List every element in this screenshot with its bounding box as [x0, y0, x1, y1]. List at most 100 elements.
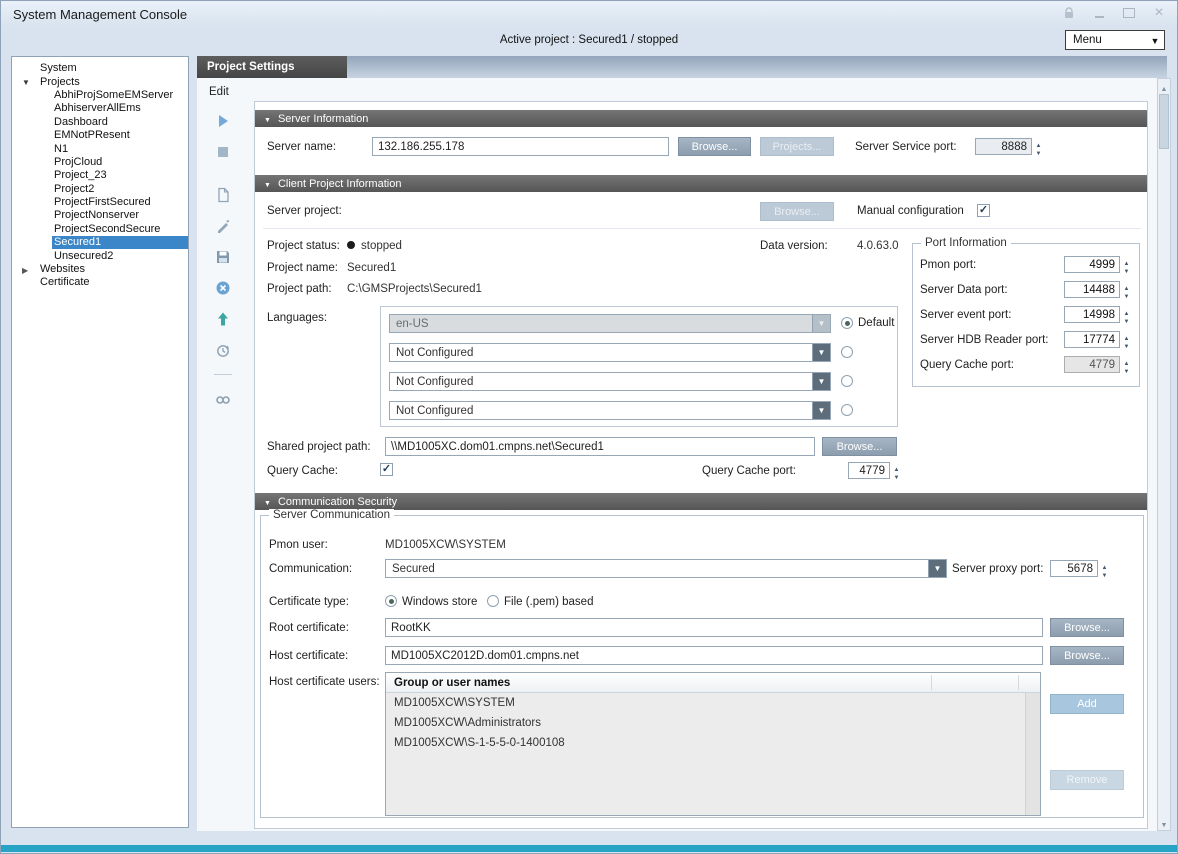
- vertical-scrollbar[interactable]: [1157, 78, 1171, 831]
- cancel-icon[interactable]: [214, 279, 232, 297]
- dropdown-arrow-icon[interactable]: [928, 560, 946, 577]
- expander-closed-icon[interactable]: [22, 264, 38, 276]
- root-certificate-input[interactable]: RootKK: [385, 618, 1043, 637]
- tree-item[interactable]: Project_23: [12, 169, 188, 182]
- dropdown-arrow-icon[interactable]: [812, 373, 830, 390]
- scroll-up-icon[interactable]: [1158, 80, 1170, 93]
- spin-up-icon[interactable]: [1033, 139, 1044, 147]
- pem-file-radio[interactable]: [487, 595, 499, 607]
- tree-item[interactable]: Dashboard: [12, 116, 188, 129]
- tree-item[interactable]: Project2: [12, 183, 188, 196]
- tree-item-projects[interactable]: Projects: [12, 75, 188, 88]
- list-item[interactable]: MD1005XCW\SYSTEM: [386, 693, 1040, 713]
- shared-project-path-input[interactable]: \\MD1005XC.dom01.cmpns.net\Secured1: [385, 437, 815, 456]
- list-scrollbar[interactable]: [1025, 693, 1040, 815]
- manual-configuration-checkbox[interactable]: [977, 204, 990, 217]
- server-name-input[interactable]: 132.186.255.178: [372, 137, 669, 156]
- server-proxy-port-input[interactable]: 5678: [1050, 560, 1098, 577]
- dropdown-arrow-icon[interactable]: [812, 402, 830, 419]
- menu-dropdown[interactable]: Menu: [1065, 30, 1165, 50]
- language-default-radio[interactable]: [841, 317, 853, 329]
- tab-project-settings[interactable]: Project Settings: [197, 56, 347, 78]
- server-data-port-input[interactable]: 14488: [1064, 281, 1120, 298]
- tree-item[interactable]: N1: [12, 142, 188, 155]
- server-event-port-input[interactable]: 14998: [1064, 306, 1120, 323]
- spin-down-icon[interactable]: [1121, 365, 1132, 373]
- spin-down-icon[interactable]: [1099, 569, 1110, 577]
- service-port-input[interactable]: 8888: [975, 138, 1032, 155]
- language-dropdown-3[interactable]: Not Configured: [389, 372, 831, 391]
- search-icon[interactable]: [214, 390, 232, 408]
- spin-up-icon[interactable]: [891, 463, 902, 471]
- dropdown-arrow-icon[interactable]: [812, 344, 830, 361]
- pmon-port-input[interactable]: 4999: [1064, 256, 1120, 273]
- spin-up-icon[interactable]: [1099, 561, 1110, 569]
- minimize-button[interactable]: [1091, 5, 1107, 21]
- expander-open-icon[interactable]: [22, 76, 38, 88]
- spin-down-icon[interactable]: [1121, 290, 1132, 298]
- tree-item-system[interactable]: System: [12, 62, 188, 75]
- spin-down-icon[interactable]: [1121, 340, 1132, 348]
- list-column-header[interactable]: Group or user names: [386, 673, 1040, 693]
- tree-item[interactable]: ProjectFirstSecured: [12, 196, 188, 209]
- host-certificate-browse-button[interactable]: Browse...: [1050, 646, 1124, 665]
- server-browse-button[interactable]: Browse...: [678, 137, 751, 156]
- scroll-down-icon[interactable]: [1158, 816, 1170, 829]
- communication-dropdown[interactable]: Secured: [385, 559, 947, 578]
- tree-item[interactable]: EMNotPResent: [12, 129, 188, 142]
- upload-icon[interactable]: [214, 310, 232, 328]
- spin-up-icon[interactable]: [1121, 332, 1132, 340]
- server-project-browse-button[interactable]: Browse...: [760, 202, 834, 221]
- dropdown-arrow-icon[interactable]: [812, 315, 830, 332]
- root-certificate-browse-button[interactable]: Browse...: [1050, 618, 1124, 637]
- spin-up-icon[interactable]: [1121, 257, 1132, 265]
- language-dropdown-1[interactable]: en-US: [389, 314, 831, 333]
- list-item[interactable]: MD1005XCW\Administrators: [386, 713, 1040, 733]
- list-item[interactable]: MD1005XCW\S-1-5-5-0-1400108: [386, 733, 1040, 753]
- language-dropdown-4[interactable]: Not Configured: [389, 401, 831, 420]
- language-radio-3[interactable]: [841, 375, 853, 387]
- windows-store-radio[interactable]: [385, 595, 397, 607]
- remove-user-button[interactable]: Remove: [1050, 770, 1124, 790]
- tree-item-secured1-selected[interactable]: Secured1: [12, 236, 188, 249]
- close-button[interactable]: [1151, 5, 1167, 21]
- add-user-button[interactable]: Add: [1050, 694, 1124, 714]
- stop-icon[interactable]: [214, 143, 232, 161]
- tree-item[interactable]: AbhiProjSomeEMServer: [12, 89, 188, 102]
- tree-item[interactable]: ProjCloud: [12, 156, 188, 169]
- projects-button[interactable]: Projects...: [760, 137, 834, 156]
- server-hdb-reader-port-input[interactable]: 17774: [1064, 331, 1120, 348]
- query-cache-port-input[interactable]: 4779: [1064, 356, 1120, 373]
- spin-up-icon[interactable]: [1121, 357, 1132, 365]
- scrollbar-thumb[interactable]: [1159, 94, 1169, 149]
- query-cache-checkbox[interactable]: [380, 463, 393, 476]
- start-icon[interactable]: [214, 112, 232, 130]
- new-document-icon[interactable]: [214, 186, 232, 204]
- tree-item-certificate[interactable]: Certificate: [12, 276, 188, 289]
- save-icon[interactable]: [214, 248, 232, 266]
- query-cache-port-input[interactable]: 4779: [848, 462, 890, 479]
- language-radio-2[interactable]: [841, 346, 853, 358]
- tree-item[interactable]: AbhiserverAllEms: [12, 102, 188, 115]
- tree-item[interactable]: Unsecured2: [12, 249, 188, 262]
- tree-item[interactable]: ProjectSecondSecure: [12, 223, 188, 236]
- spin-down-icon[interactable]: [1033, 147, 1044, 155]
- spin-down-icon[interactable]: [891, 471, 902, 479]
- section-header-server-information[interactable]: Server Information: [255, 110, 1147, 127]
- section-header-communication-security[interactable]: Communication Security: [255, 493, 1147, 510]
- maximize-button[interactable]: [1121, 5, 1137, 21]
- column-divider[interactable]: [1018, 675, 1019, 690]
- spin-up-icon[interactable]: [1121, 307, 1132, 315]
- column-divider[interactable]: [931, 675, 932, 690]
- language-dropdown-2[interactable]: Not Configured: [389, 343, 831, 362]
- section-header-client-project[interactable]: Client Project Information: [255, 175, 1147, 192]
- tree-item-websites[interactable]: Websites: [12, 263, 188, 276]
- shared-path-browse-button[interactable]: Browse...: [822, 437, 897, 456]
- spin-down-icon[interactable]: [1121, 265, 1132, 273]
- spin-down-icon[interactable]: [1121, 315, 1132, 323]
- edit-pen-icon[interactable]: [214, 217, 232, 235]
- host-certificate-input[interactable]: MD1005XC2012D.dom01.cmpns.net: [385, 646, 1043, 665]
- language-radio-4[interactable]: [841, 404, 853, 416]
- tree-item[interactable]: ProjectNonserver: [12, 209, 188, 222]
- edit-menu[interactable]: Edit: [205, 84, 233, 100]
